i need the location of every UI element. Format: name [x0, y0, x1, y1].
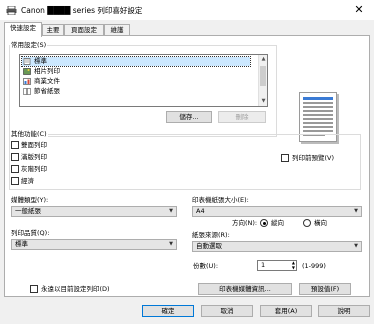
printer-media-info-button[interactable]: 印表機媒體資訊...: [198, 283, 292, 295]
paper-source-dropdown[interactable]: 自動選取 ▼: [192, 241, 362, 252]
duplex-checkbox[interactable]: [11, 141, 19, 149]
copies-label: 份數(U):: [193, 262, 219, 270]
paper-size-dropdown[interactable]: A4 ▼: [192, 206, 362, 217]
print-quality-dropdown[interactable]: 標準 ▼: [11, 239, 177, 250]
copies-range: (1-999): [302, 262, 326, 270]
portrait-label: 縱向: [271, 219, 284, 227]
print-quality-label: 列印品質(Q):: [11, 229, 50, 237]
title-bar: Canon ████ series 列印喜好設定 ✕: [0, 0, 374, 20]
tab-quick-setup[interactable]: 快速設定: [4, 22, 42, 37]
close-button[interactable]: ✕: [352, 3, 366, 17]
help-button[interactable]: 說明: [318, 305, 370, 317]
photo-icon: [23, 68, 31, 75]
additional-features-group: [9, 134, 361, 190]
orientation-label: 方向(N):: [232, 219, 258, 227]
chevron-down-icon: ▼: [169, 241, 173, 247]
paper-size-value: A4: [196, 207, 205, 215]
list-item[interactable]: 商業文件: [22, 77, 250, 86]
common-settings-list[interactable]: 標準 相片列印 商業文件 節省紙張 ▲ ▼: [19, 54, 268, 107]
ok-button[interactable]: 確定: [142, 305, 194, 317]
chevron-down-icon: ▼: [169, 208, 173, 214]
list-scrollbar[interactable]: ▲ ▼: [258, 55, 267, 106]
chevron-down-icon: ▼: [354, 208, 358, 214]
paper-size-label: 印表機紙張大小(E):: [192, 196, 249, 204]
copies-value: 1: [261, 261, 266, 269]
window-title: Canon ████ series 列印喜好設定: [21, 6, 143, 15]
list-item-label: 相片列印: [34, 67, 60, 75]
printer-icon: [6, 6, 17, 15]
borderless-label: 滿版列印: [21, 153, 47, 161]
always-print-label: 永遠以目前設定列印(D): [41, 285, 110, 293]
landscape-label: 橫向: [314, 219, 327, 227]
paper-source-value: 自動選取: [196, 242, 222, 250]
grayscale-checkbox[interactable]: [11, 165, 19, 173]
list-item-label: 節省紙張: [34, 87, 60, 95]
media-type-dropdown[interactable]: 一般紙張 ▼: [11, 206, 177, 217]
quick-setup-panel: 常用設定(S) 標準 相片列印 商業文件 節省紙張 ▲ ▼ 儲存... 刪除 列…: [4, 35, 370, 297]
list-item-label: 商業文件: [34, 77, 60, 85]
paper-saving-icon: [23, 88, 31, 95]
list-item[interactable]: 相片列印: [22, 67, 250, 76]
print-quality-value: 標準: [15, 240, 28, 248]
defaults-button[interactable]: 預設值(F): [299, 283, 351, 295]
save-button[interactable]: 儲存...: [166, 111, 212, 123]
grayscale-label: 灰階列印: [21, 165, 47, 173]
cancel-button[interactable]: 取消: [201, 305, 253, 317]
landscape-radio[interactable]: [303, 219, 311, 227]
economy-checkbox[interactable]: [11, 177, 19, 185]
chevron-down-icon: ▼: [354, 243, 358, 249]
list-item[interactable]: 標準: [21, 56, 251, 67]
list-item[interactable]: 節省紙張: [22, 87, 250, 96]
paper-source-label: 紙張來源(R):: [192, 231, 230, 239]
document-icon: [23, 58, 31, 65]
borderless-checkbox[interactable]: [11, 153, 19, 161]
economy-label: 經濟: [21, 177, 34, 185]
scroll-up-icon[interactable]: ▲: [259, 55, 267, 64]
copies-stepper[interactable]: 1 ▲ ▼: [257, 260, 297, 271]
delete-button[interactable]: 刪除: [218, 111, 266, 123]
spin-arrows-icon[interactable]: ▲ ▼: [292, 260, 295, 270]
always-print-checkbox[interactable]: [30, 285, 38, 293]
business-document-icon: [23, 78, 31, 85]
media-type-label: 媒體類型(Y):: [11, 196, 49, 204]
duplex-label: 雙面列印: [21, 141, 47, 149]
media-type-value: 一般紙張: [15, 207, 41, 215]
common-settings-label: 常用設定(S): [10, 41, 48, 49]
list-item-label: 標準: [34, 57, 47, 65]
apply-button[interactable]: 套用(A): [260, 305, 312, 317]
additional-features-label: 其他功能(C): [10, 130, 48, 138]
portrait-radio[interactable]: [260, 219, 268, 227]
scroll-down-icon[interactable]: ▼: [259, 97, 267, 106]
scroll-thumb[interactable]: [260, 66, 266, 86]
